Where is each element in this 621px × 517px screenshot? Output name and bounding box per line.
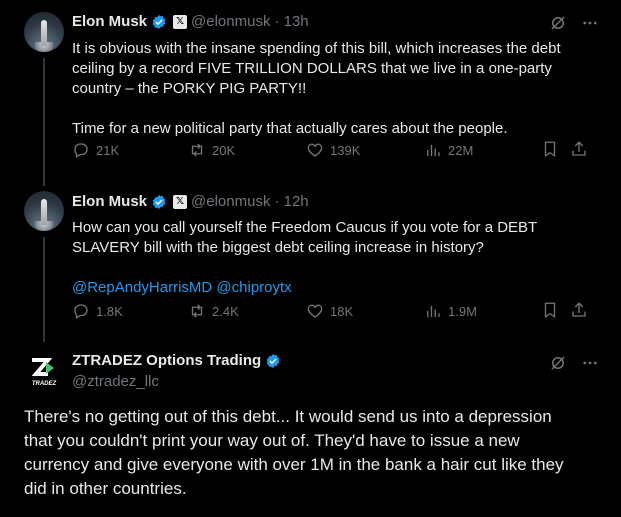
thread-line [43, 237, 45, 342]
thread-line [43, 58, 45, 186]
verified-badge-icon [266, 353, 280, 368]
post-text: How can you call yourself the Freedom Ca… [72, 218, 602, 298]
bookmark-button[interactable] [541, 140, 559, 161]
repost-icon [191, 304, 203, 318]
repost-button[interactable]: 2.4K [188, 302, 239, 320]
view-count: 1.9M [448, 303, 477, 319]
share-icon [572, 140, 586, 156]
views-icon [427, 144, 440, 156]
heart-icon [307, 304, 323, 318]
post-header: Elon Musk 𝕏 @elonmusk · 13h [72, 13, 309, 30]
post-paragraph: Time for a new political party that actu… [72, 120, 508, 137]
repost-count: 20K [212, 142, 236, 158]
views-icon [427, 305, 440, 317]
post-top-icons [549, 14, 599, 32]
grok-icon[interactable] [549, 354, 567, 372]
post-header: Elon Musk 𝕏 @elonmusk · 12h [72, 193, 309, 210]
mention-links[interactable]: @RepAndyHarrisMD @chiproytx [72, 278, 602, 298]
repost-count: 2.4K [212, 303, 239, 319]
like-button[interactable]: 18K [306, 302, 353, 320]
reply-button[interactable]: 1.8K [72, 302, 123, 320]
reply-button[interactable]: 21K [72, 141, 119, 159]
author-name[interactable]: Elon Musk [72, 193, 147, 210]
post-header: ZTRADEZ Options Trading [72, 352, 281, 369]
views-button[interactable]: 1.9M [424, 302, 477, 320]
bookmark-icon [544, 302, 556, 318]
logo-text: TRADEZ [32, 381, 57, 387]
author-name[interactable]: ZTRADEZ Options Trading [72, 352, 261, 369]
post-paragraph: It is obvious with the insane spending o… [72, 40, 561, 97]
post-time[interactable]: · 12h [274, 193, 308, 210]
verified-badge-icon [152, 14, 166, 29]
x-affiliate-icon: 𝕏 [173, 194, 188, 209]
reply-icon [74, 143, 88, 158]
more-icon[interactable] [581, 14, 599, 32]
post-time[interactable]: · 13h [274, 13, 308, 30]
x-affiliate-icon: 𝕏 [173, 14, 188, 29]
bookmark-button[interactable] [541, 301, 559, 322]
handle-row: @ztradez_llc [72, 373, 159, 390]
author-handle[interactable]: @elonmusk [191, 13, 270, 30]
post-text: It is obvious with the insane spending o… [72, 39, 602, 139]
more-icon[interactable] [581, 354, 599, 372]
avatar[interactable] [24, 12, 64, 52]
like-button[interactable]: 139K [306, 141, 360, 159]
avatar[interactable] [24, 191, 64, 231]
post-body-text: There's no getting out of this debt... I… [24, 407, 564, 498]
grok-icon[interactable] [549, 14, 567, 32]
post-paragraph: How can you call yourself the Freedom Ca… [72, 219, 537, 256]
author-name[interactable]: Elon Musk [72, 13, 147, 30]
post-top-icons [549, 354, 599, 372]
ztradez-logo[interactable]: TRADEZ [24, 352, 64, 392]
reply-icon [74, 304, 88, 319]
share-button[interactable] [570, 140, 588, 161]
verified-badge-icon [152, 194, 166, 209]
view-count: 22M [448, 142, 474, 158]
repost-icon [191, 143, 203, 157]
reply-count: 1.8K [96, 303, 123, 319]
share-icon [572, 301, 586, 317]
author-handle[interactable]: @elonmusk [191, 193, 270, 210]
author-handle[interactable]: @ztradez_llc [72, 373, 159, 390]
heart-icon [307, 143, 323, 157]
share-button[interactable] [570, 301, 588, 322]
bookmark-icon [544, 141, 556, 157]
like-count: 18K [330, 303, 354, 319]
like-count: 139K [330, 142, 361, 158]
repost-button[interactable]: 20K [188, 141, 235, 159]
reply-count: 21K [96, 142, 120, 158]
views-button[interactable]: 22M [424, 141, 473, 159]
ztradez-logo-icon: TRADEZ [31, 358, 57, 387]
